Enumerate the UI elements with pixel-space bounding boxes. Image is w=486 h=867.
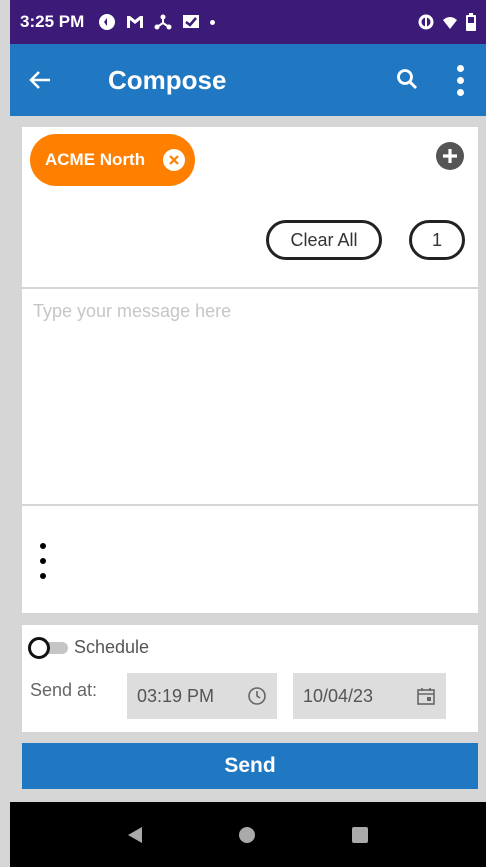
date-picker[interactable]: 10/04/23 <box>293 673 446 719</box>
send-button[interactable]: Send <box>22 743 478 789</box>
schedule-panel: Schedule Send at: 03:19 PM 10/04/23 <box>22 625 478 732</box>
options-panel <box>22 506 478 613</box>
data-saver-icon <box>418 14 434 30</box>
nav-home-icon[interactable] <box>238 826 255 843</box>
search-icon <box>397 69 418 90</box>
network-icon <box>154 14 172 30</box>
plus-circle-icon <box>437 143 463 169</box>
battery-icon <box>466 13 476 31</box>
remove-recipient-button[interactable] <box>163 149 185 171</box>
recipient-count-badge: 1 <box>409 220 465 260</box>
recipients-panel: ACME North Clear All 1 <box>22 127 478 287</box>
close-icon <box>169 155 179 165</box>
more-vertical-icon <box>40 543 46 549</box>
recipient-chip[interactable]: ACME North <box>30 134 195 186</box>
notification-icon <box>99 14 116 30</box>
more-vertical-icon <box>456 64 464 72</box>
message-panel <box>22 289 478 504</box>
back-button[interactable] <box>10 44 70 116</box>
message-input[interactable] <box>22 289 478 504</box>
schedule-label: Schedule <box>74 637 150 657</box>
schedule-toggle[interactable] <box>28 637 70 659</box>
arrow-left-icon <box>29 71 50 89</box>
status-time: 3:25 PM <box>20 12 85 31</box>
app-bar: Compose <box>10 44 486 116</box>
time-value: 03:19 PM <box>137 685 215 706</box>
wifi-icon <box>443 17 457 29</box>
toggle-thumb <box>28 637 50 659</box>
navigation-bar <box>10 802 486 867</box>
recipient-chip-label: ACME North <box>45 150 146 169</box>
search-button[interactable] <box>390 62 426 98</box>
more-options-button[interactable] <box>446 58 474 102</box>
status-bar: 3:25 PM <box>10 0 486 44</box>
date-value: 10/04/23 <box>303 685 374 706</box>
add-recipient-button[interactable] <box>436 142 464 170</box>
send-at-label: Send at: <box>30 680 98 700</box>
nav-recents-icon[interactable] <box>351 826 368 843</box>
message-icon <box>183 15 200 28</box>
message-options-button[interactable] <box>37 543 49 579</box>
page-title: Compose <box>108 64 227 95</box>
dot-icon <box>210 19 216 25</box>
clear-all-button[interactable]: Clear All <box>266 220 382 260</box>
gmail-icon <box>127 16 144 28</box>
status-notification-icons <box>98 13 216 31</box>
time-picker[interactable]: 03:19 PM <box>127 673 277 719</box>
calendar-icon <box>417 688 435 705</box>
nav-back-icon[interactable] <box>128 826 143 843</box>
status-system-icons <box>418 13 476 31</box>
clock-icon <box>248 687 266 705</box>
